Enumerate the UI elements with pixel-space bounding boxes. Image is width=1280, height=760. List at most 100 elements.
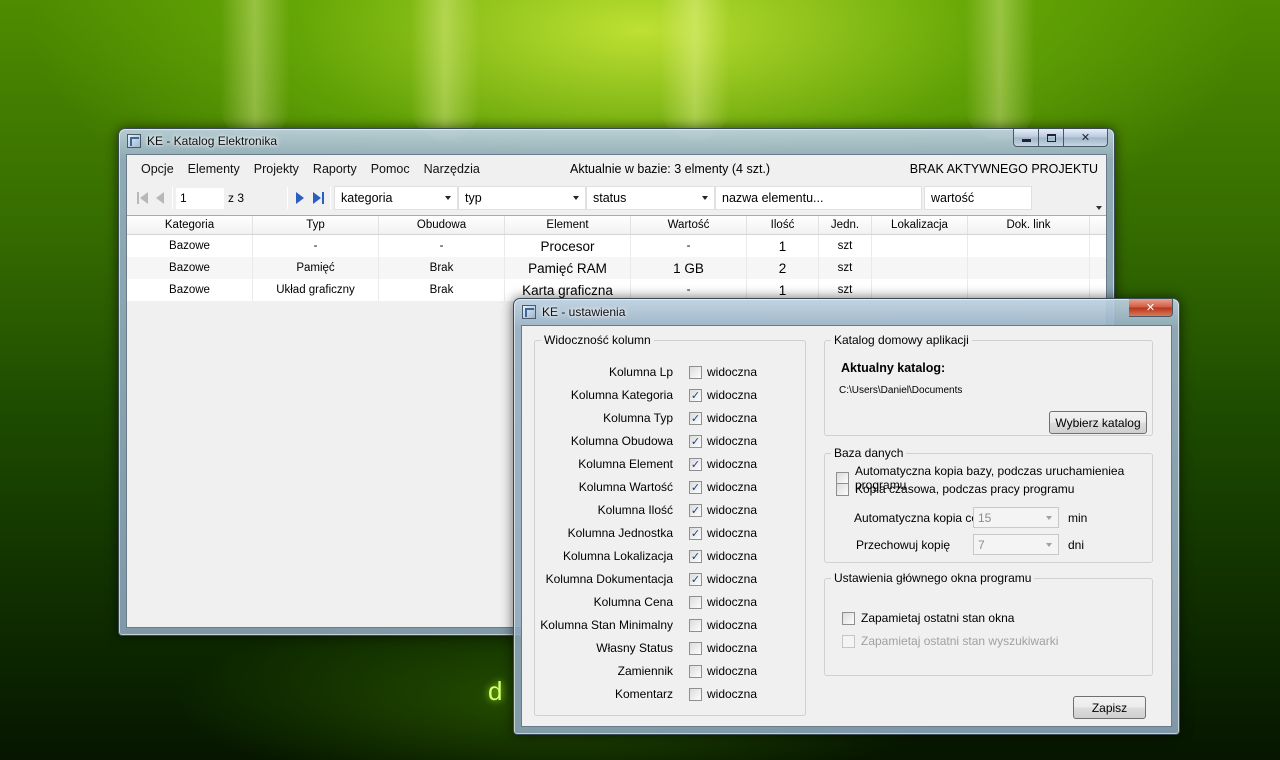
menu-elementy[interactable]: Elementy bbox=[181, 162, 247, 176]
column-visibility-checkbox[interactable]: ✓ bbox=[689, 572, 702, 586]
maximize-button[interactable] bbox=[1039, 129, 1064, 147]
column-visibility-checkbox[interactable]: ✓ bbox=[689, 388, 702, 402]
column-visibility-checkbox[interactable] bbox=[689, 365, 702, 379]
column-visibility-checkbox[interactable] bbox=[689, 664, 702, 678]
close-button[interactable]: ✕ bbox=[1064, 129, 1108, 147]
first-page-button[interactable] bbox=[133, 188, 151, 208]
close-icon: ✕ bbox=[1145, 301, 1156, 314]
close-icon: ✕ bbox=[1080, 131, 1091, 144]
cell-ilosc[interactable]: 2 bbox=[747, 257, 819, 279]
table-row[interactable]: Bazowe - - Procesor - 1 szt bbox=[127, 235, 1106, 257]
database-group: Baza danych Automatyczna kopia bazy, pod… bbox=[824, 446, 1153, 563]
column-visibility-checkbox[interactable]: ✓ bbox=[689, 503, 702, 517]
temp-backup-option[interactable]: Kopia czasowa, podczas pracy programu bbox=[836, 482, 1074, 496]
last-page-icon bbox=[321, 192, 324, 204]
column-visibility-row: Kolumna Obudowa ✓ widoczna bbox=[535, 431, 795, 451]
last-page-button[interactable] bbox=[309, 188, 327, 208]
category-filter-dropdown[interactable]: kategoria bbox=[334, 186, 458, 210]
cell-lokalizacja[interactable] bbox=[872, 235, 968, 257]
type-filter-dropdown[interactable]: typ bbox=[458, 186, 586, 210]
keep-backup-value: 7 bbox=[978, 537, 985, 552]
cell-typ[interactable]: Układ graficzny bbox=[253, 279, 379, 301]
column-header-typ[interactable]: Typ bbox=[253, 216, 379, 234]
table-row[interactable]: Bazowe Pamięć Brak Pamięć RAM 1 GB 2 szt bbox=[127, 257, 1106, 279]
auto-backup-interval-dropdown[interactable]: 15 bbox=[973, 507, 1059, 528]
cell-obudowa[interactable]: Brak bbox=[379, 279, 505, 301]
column-header-obudowa[interactable]: Obudowa bbox=[379, 216, 505, 234]
column-visibility-checkbox[interactable] bbox=[689, 595, 702, 609]
prev-page-button[interactable] bbox=[151, 188, 169, 208]
column-visibility-checkbox[interactable]: ✓ bbox=[689, 411, 702, 425]
menu-opcje[interactable]: Opcje bbox=[134, 162, 181, 176]
temp-backup-checkbox[interactable] bbox=[836, 482, 849, 496]
column-visibility-label: Kolumna Element bbox=[578, 457, 673, 471]
choose-catalog-button[interactable]: Wybierz katalog bbox=[1049, 411, 1147, 434]
column-visibility-row: Komentarz widoczna bbox=[535, 684, 795, 704]
column-visibility-label: Kolumna Lokalizacja bbox=[562, 549, 673, 563]
cell-jednostka[interactable]: szt bbox=[819, 235, 872, 257]
value-search[interactable]: wartość bbox=[924, 186, 1032, 210]
menu-projekty[interactable]: Projekty bbox=[247, 162, 306, 176]
remember-window-option[interactable]: Zapamietaj ostatni stan okna bbox=[842, 611, 1014, 625]
cell-jednostka[interactable]: szt bbox=[819, 257, 872, 279]
menu-pomoc[interactable]: Pomoc bbox=[364, 162, 417, 176]
menu-narzedzia[interactable]: Narzędzia bbox=[417, 162, 487, 176]
project-status: BRAK AKTYWNEGO PROJEKTU bbox=[909, 162, 1098, 176]
cell-obudowa[interactable]: - bbox=[379, 235, 505, 257]
minimize-button[interactable] bbox=[1013, 129, 1039, 147]
element-name-search[interactable]: nazwa elementu... bbox=[715, 186, 922, 210]
cell-kategoria[interactable]: Bazowe bbox=[127, 257, 253, 279]
cell-wartosc[interactable]: 1 GB bbox=[631, 257, 747, 279]
column-visibility-checkbox[interactable] bbox=[689, 641, 702, 655]
wallpaper-glyph: d bbox=[488, 676, 503, 706]
column-visibility-label: Kolumna Jednostka bbox=[567, 526, 673, 540]
cell-typ[interactable]: Pamięć bbox=[253, 257, 379, 279]
column-visibility-checkbox[interactable]: ✓ bbox=[689, 434, 702, 448]
minimize-icon bbox=[1021, 139, 1031, 142]
main-caption-buttons: ✕ bbox=[1013, 129, 1108, 147]
column-visibility-row: Kolumna Ilość ✓ widoczna bbox=[535, 500, 795, 520]
cell-element[interactable]: Procesor bbox=[505, 235, 631, 257]
cell-ilosc[interactable]: 1 bbox=[747, 235, 819, 257]
column-header-jednostka[interactable]: Jedn. bbox=[819, 216, 872, 234]
save-button[interactable]: Zapisz bbox=[1073, 696, 1146, 719]
column-header-element[interactable]: Element bbox=[505, 216, 631, 234]
column-header-ilosc[interactable]: Ilość bbox=[747, 216, 819, 234]
cell-kategoria[interactable]: Bazowe bbox=[127, 235, 253, 257]
column-visibility-checkbox[interactable]: ✓ bbox=[689, 480, 702, 494]
keep-backup-dropdown[interactable]: 7 bbox=[973, 534, 1059, 555]
column-header-dok-link[interactable]: Dok. link bbox=[968, 216, 1090, 234]
column-visibility-row: Kolumna Jednostka ✓ widoczna bbox=[535, 523, 795, 543]
main-titlebar[interactable]: KE - Katalog Elektronika ✕ bbox=[119, 129, 1114, 153]
column-visibility-checkbox[interactable]: ✓ bbox=[689, 526, 702, 540]
cell-dok-link[interactable] bbox=[968, 235, 1090, 257]
auto-backup-interval-label: Automatyczna kopia co bbox=[854, 511, 979, 525]
column-visibility-checkbox[interactable]: ✓ bbox=[689, 457, 702, 471]
column-visibility-checkbox[interactable]: ✓ bbox=[689, 549, 702, 563]
cell-typ[interactable]: - bbox=[253, 235, 379, 257]
cell-element[interactable]: Pamięć RAM bbox=[505, 257, 631, 279]
column-header-kategoria[interactable]: Kategoria bbox=[127, 216, 253, 234]
toolbar-overflow-button[interactable] bbox=[1092, 184, 1106, 212]
settings-titlebar[interactable]: KE - ustawienia ✕ bbox=[514, 299, 1179, 325]
next-page-button[interactable] bbox=[291, 188, 309, 208]
column-visibility-checkbox[interactable] bbox=[689, 687, 702, 701]
settings-close-button[interactable]: ✕ bbox=[1129, 299, 1173, 317]
column-visibility-row: Kolumna Kategoria ✓ widoczna bbox=[535, 385, 795, 405]
column-visibility-checkbox[interactable] bbox=[689, 618, 702, 632]
cell-obudowa[interactable]: Brak bbox=[379, 257, 505, 279]
page-number-input[interactable] bbox=[176, 187, 224, 209]
column-header-wartosc[interactable]: Wartość bbox=[631, 216, 747, 234]
status-filter-dropdown[interactable]: status bbox=[586, 186, 715, 210]
menu-raporty[interactable]: Raporty bbox=[306, 162, 364, 176]
page-count: z 3 bbox=[228, 191, 245, 205]
cell-wartosc[interactable]: - bbox=[631, 235, 747, 257]
remember-window-checkbox[interactable] bbox=[842, 611, 855, 625]
cell-kategoria[interactable]: Bazowe bbox=[127, 279, 253, 301]
column-visibility-label: Kolumna Stan Minimalny bbox=[540, 618, 673, 632]
cell-lokalizacja[interactable] bbox=[872, 257, 968, 279]
column-visibility-text: widoczna bbox=[707, 687, 758, 701]
column-header-lokalizacja[interactable]: Lokalizacja bbox=[872, 216, 968, 234]
cell-dok-link[interactable] bbox=[968, 257, 1090, 279]
current-catalog-label: Aktualny katalog: bbox=[841, 361, 946, 375]
